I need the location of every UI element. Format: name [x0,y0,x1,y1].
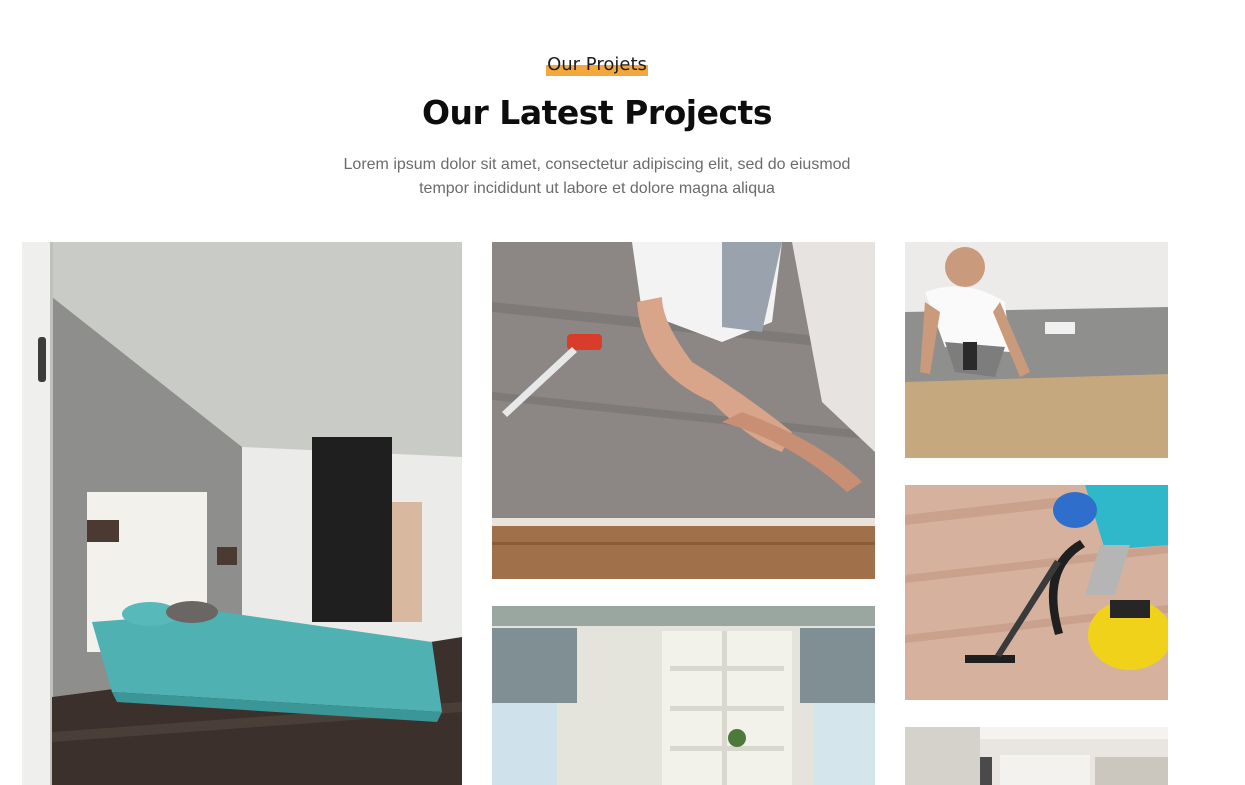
project-image-vacuuming[interactable] [905,485,1168,700]
section-description: Lorem ipsum dolor sit amet, consectetur … [330,153,864,201]
projects-section: Our Projets Our Latest Projects Lorem ip… [0,0,1245,785]
project-image-kneeling-worker[interactable] [905,242,1168,458]
project-image-interior[interactable] [905,727,1168,785]
floor-laying-photo [492,242,875,579]
kneeling-worker-photo [905,242,1168,458]
section-eyebrow: Our Projets [546,54,648,76]
project-image-floor-laying[interactable] [492,242,875,579]
bedroom-photo [22,242,462,785]
eyebrow-container: Our Projets [0,54,1194,76]
vacuuming-photo [905,485,1168,700]
shelves-room-photo [492,606,875,785]
description-line-2: tempor incididunt ut labore et dolore ma… [419,180,775,197]
interior-photo [905,727,1168,785]
project-image-shelves-room[interactable] [492,606,875,785]
description-line-1: Lorem ipsum dolor sit amet, consectetur … [343,156,851,173]
section-title: Our Latest Projects [422,93,772,132]
project-image-bedroom[interactable] [22,242,462,785]
